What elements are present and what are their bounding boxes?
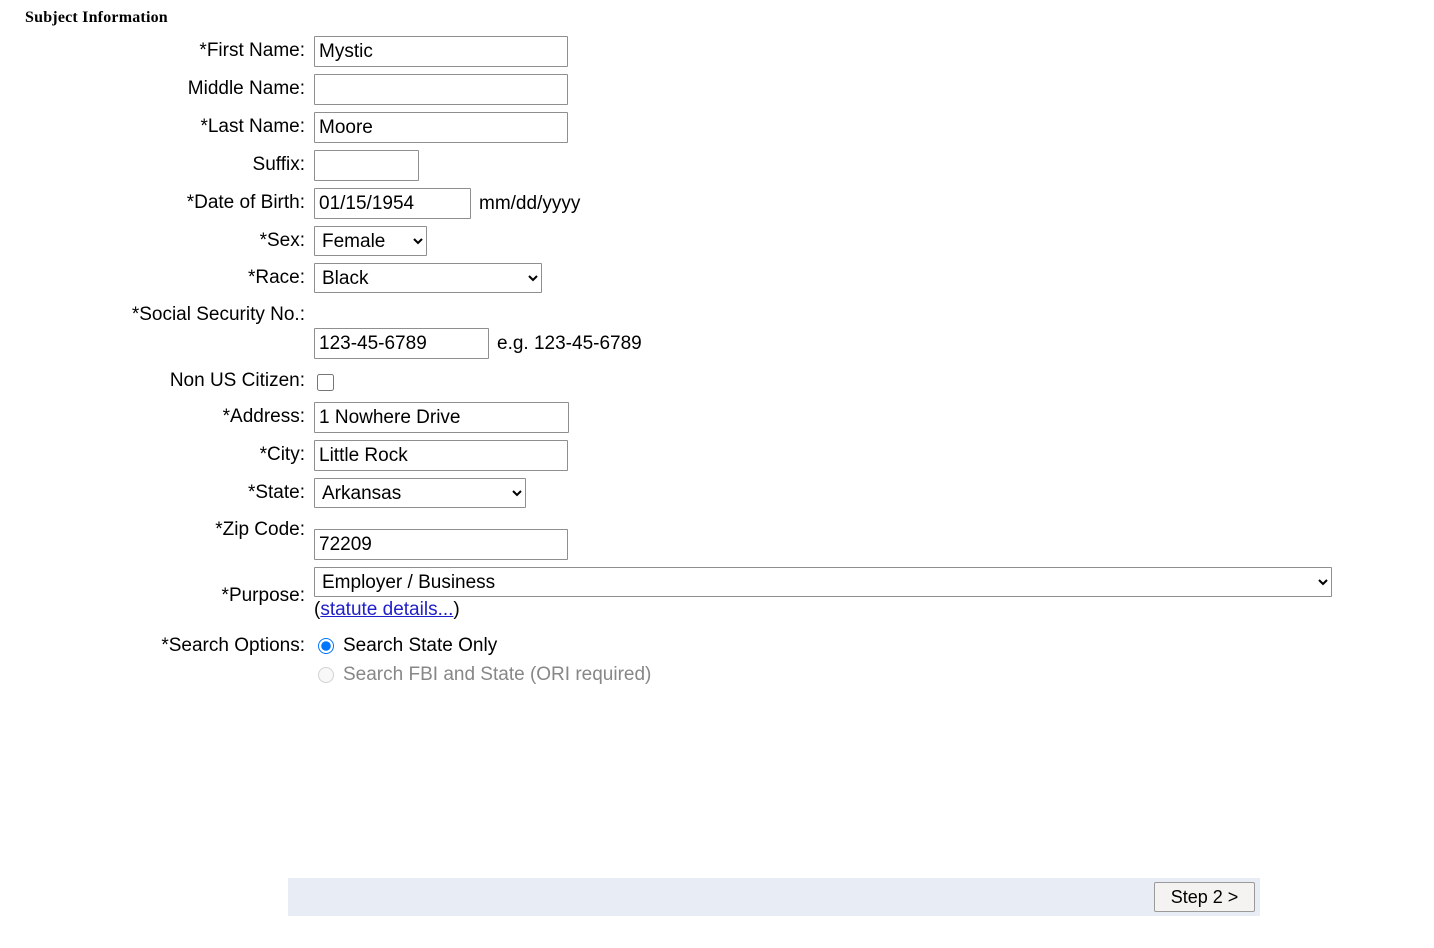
step-2-button[interactable]: Step 2 > [1154,882,1255,912]
purpose-select[interactable]: Employer / Business [314,567,1332,597]
search-fbi-and-state-label: Search FBI and State (ORI required) [343,664,651,685]
date-of-birth-input[interactable] [314,188,471,219]
last-name-input[interactable] [314,112,568,143]
date-of-birth-label: *Date of Birth: [0,188,305,219]
search-state-only-label: Search State Only [343,635,497,656]
zip-code-label: *Zip Code: [0,515,305,560]
purpose-label: *Purpose: [0,567,305,624]
first-name-label: *First Name: [0,36,305,67]
address-input[interactable] [314,402,569,433]
form-row-non-us-citizen: Non US Citizen: [0,366,1332,395]
address-label: *Address: [0,402,305,433]
form-row-sex: *Sex: Female [0,226,1332,256]
middle-name-label: Middle Name: [0,74,305,105]
city-input[interactable] [314,440,568,471]
city-label: *City: [0,440,305,471]
date-of-birth-hint: mm/dd/yyyy [479,188,580,219]
non-us-citizen-label: Non US Citizen: [0,366,305,395]
ssn-input[interactable] [314,328,489,359]
form-row-ssn: *Social Security No.: e.g. 123-45-6789 [0,300,1332,359]
zip-code-input[interactable] [314,529,568,560]
search-state-only-radio[interactable] [318,638,334,654]
statute-details-link[interactable]: statute details... [320,599,453,620]
statute-close-paren: ) [453,599,459,620]
form-row-date-of-birth: *Date of Birth: mm/dd/yyyy [0,188,1332,219]
search-fbi-and-state-radio[interactable] [318,667,334,683]
search-state-only-option[interactable]: Search State Only [314,631,1332,660]
state-select[interactable]: Arkansas [314,478,526,508]
form-row-city: *City: [0,440,1332,471]
sex-label: *Sex: [0,226,305,256]
sex-select[interactable]: Female [314,226,427,256]
form-row-address: *Address: [0,402,1332,433]
suffix-label: Suffix: [0,150,305,181]
form-row-last-name: *Last Name: [0,112,1332,143]
form-row-state: *State: Arkansas [0,478,1332,508]
state-label: *State: [0,478,305,508]
form-row-suffix: Suffix: [0,150,1332,181]
form-row-race: *Race: Black [0,263,1332,293]
suffix-input[interactable] [314,150,419,181]
last-name-label: *Last Name: [0,112,305,143]
form-row-zip-code: *Zip Code: [0,515,1332,560]
form-footer-bar: Step 2 > [288,878,1260,916]
search-fbi-and-state-option[interactable]: Search FBI and State (ORI required) [314,660,1332,689]
ssn-label: *Social Security No.: [0,300,305,359]
statute-details-wrapper: (statute details...) [314,596,1332,624]
non-us-citizen-checkbox[interactable] [317,374,334,391]
subject-information-form: *First Name: Middle Name: *Last Name: Su… [0,36,1332,689]
form-row-middle-name: Middle Name: [0,74,1332,105]
middle-name-input[interactable] [314,74,568,105]
page-title: Subject Information [25,9,168,27]
form-row-purpose: *Purpose: Employer / Business (statute d… [0,567,1332,624]
form-row-first-name: *First Name: [0,36,1332,67]
search-options-label: *Search Options: [0,631,305,689]
ssn-hint: e.g. 123-45-6789 [497,328,642,359]
race-select[interactable]: Black [314,263,542,293]
first-name-input[interactable] [314,36,568,67]
form-row-search-options: *Search Options: Search State Only Searc… [0,631,1332,689]
race-label: *Race: [0,263,305,293]
